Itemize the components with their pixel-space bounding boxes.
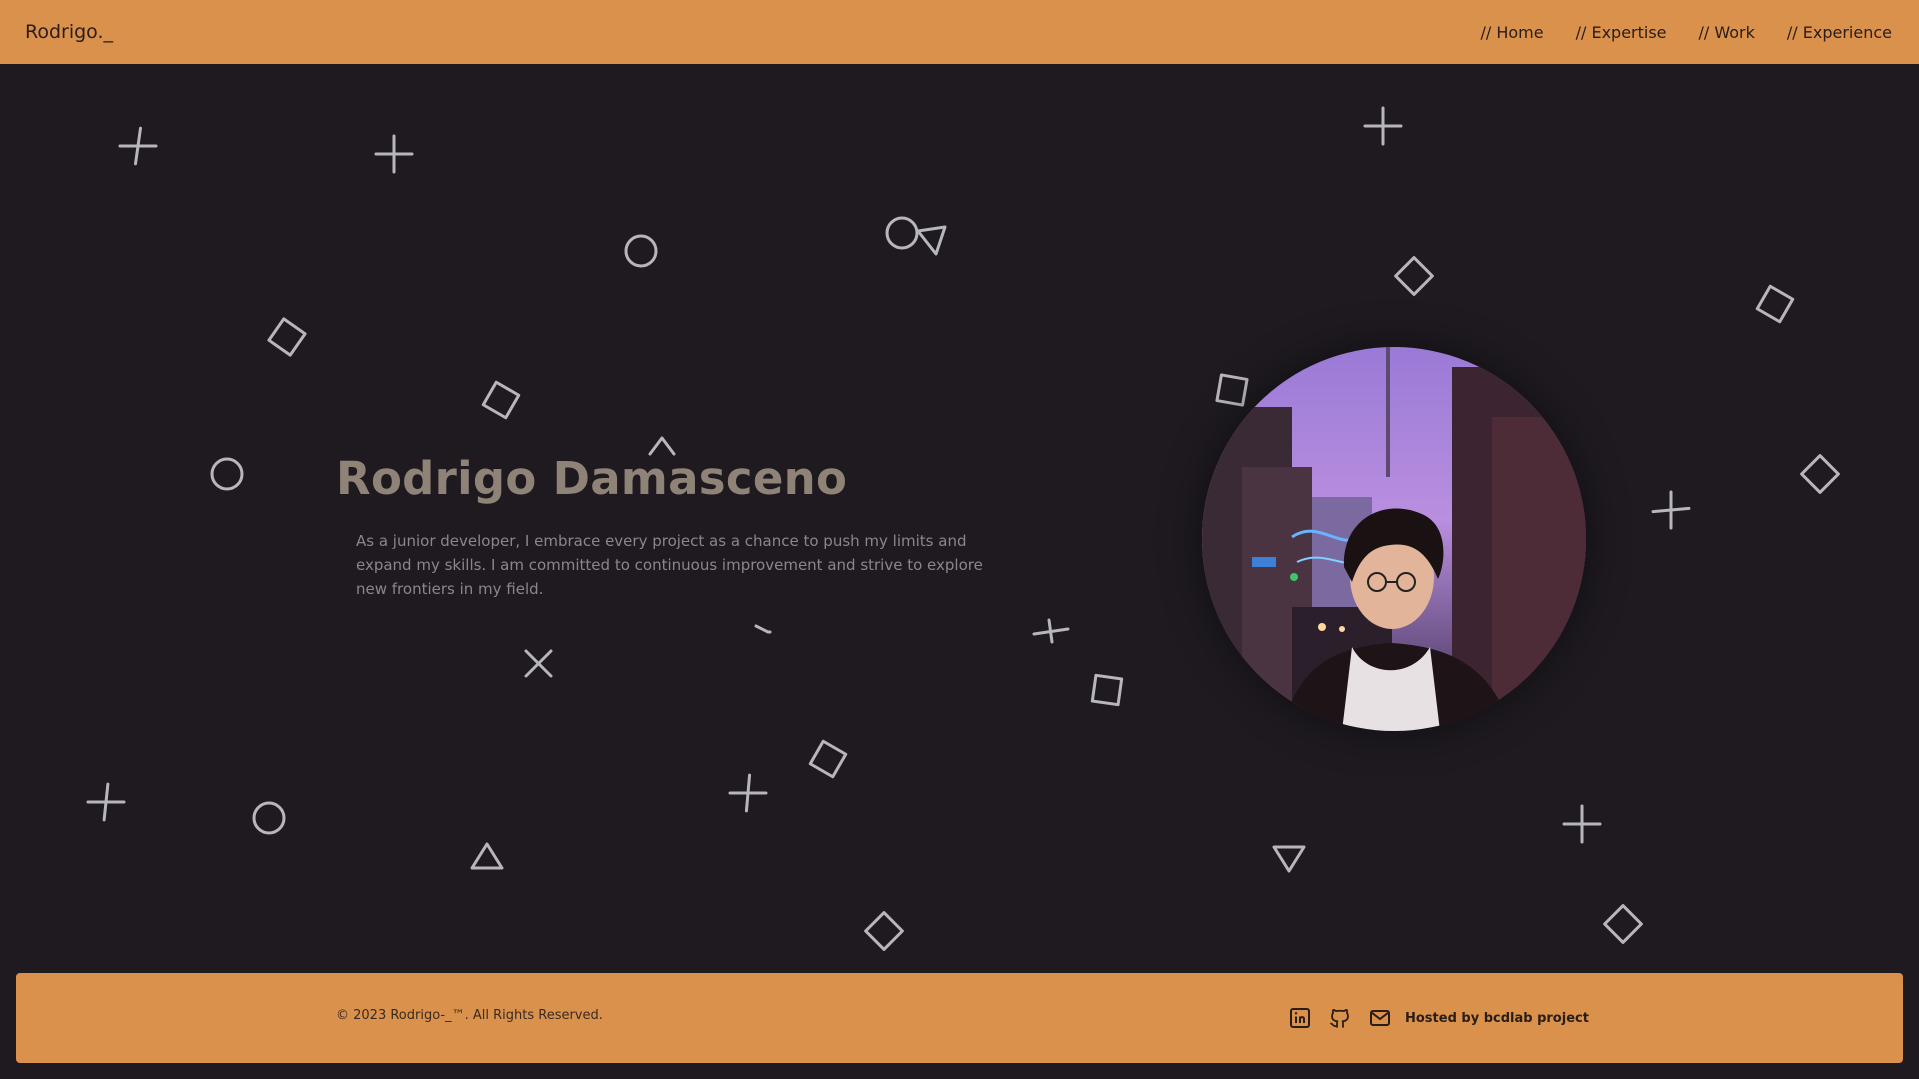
- decorative-shapes-background: [0, 64, 1919, 964]
- square-shape: [1800, 454, 1840, 494]
- hero-title: Rodrigo Damasceno: [336, 452, 848, 505]
- square-shape: [808, 739, 848, 779]
- footer-links: Hosted by bcdlab project: [1287, 973, 1589, 1063]
- triangle-shape: [1272, 845, 1306, 873]
- copyright-text: © 2023 Rodrigo-_™. All Rights Reserved.: [336, 1008, 603, 1023]
- nav-expertise-link[interactable]: // Expertise: [1576, 23, 1667, 42]
- top-navbar: Rodrigo._ // Home // Expertise // Work /…: [0, 0, 1919, 64]
- square-shape: [1603, 904, 1643, 944]
- github-icon[interactable]: [1327, 1005, 1353, 1031]
- circle-shape: [210, 457, 244, 491]
- profile-photo: [1202, 347, 1586, 731]
- footer: © 2023 Rodrigo-_™. All Rights Reserved. …: [16, 973, 1903, 1063]
- plus-shape: [118, 126, 158, 166]
- triangle-shape: [916, 225, 947, 256]
- hero-description: As a junior developer, I embrace every p…: [356, 532, 983, 598]
- main-nav: // Home // Expertise // Work // Experien…: [1480, 23, 1892, 42]
- brand-logo[interactable]: Rodrigo._: [25, 21, 113, 43]
- square-shape: [1394, 256, 1434, 296]
- hosted-by-link[interactable]: Hosted by bcdlab project: [1405, 1011, 1589, 1026]
- plus-shape: [1651, 490, 1691, 530]
- plus-shape: [1562, 804, 1602, 844]
- plus-shape: [1363, 106, 1403, 146]
- circle-shape: [252, 801, 286, 835]
- linkedin-icon[interactable]: [1287, 1005, 1313, 1031]
- circle-shape: [885, 216, 919, 250]
- plus-shape: [728, 773, 768, 813]
- square-shape: [267, 317, 307, 357]
- plus-shape: [1032, 618, 1070, 644]
- square-shape: [481, 380, 521, 420]
- square-shape: [1215, 373, 1249, 407]
- triangle-shape: [470, 842, 504, 870]
- x-shape: [524, 649, 553, 678]
- square-shape: [864, 911, 904, 951]
- circle-shape: [624, 234, 658, 268]
- square-shape: [1755, 284, 1795, 324]
- profile-photo-illustration: [1202, 347, 1586, 731]
- nav-home-link[interactable]: // Home: [1480, 23, 1543, 42]
- plus-shape: [374, 134, 414, 174]
- nav-experience-link[interactable]: // Experience: [1787, 23, 1892, 42]
- nav-work-link[interactable]: // Work: [1699, 23, 1755, 42]
- triangle-shape: [754, 624, 772, 634]
- plus-shape: [86, 782, 126, 822]
- mail-icon[interactable]: [1367, 1005, 1393, 1031]
- square-shape: [1090, 673, 1124, 707]
